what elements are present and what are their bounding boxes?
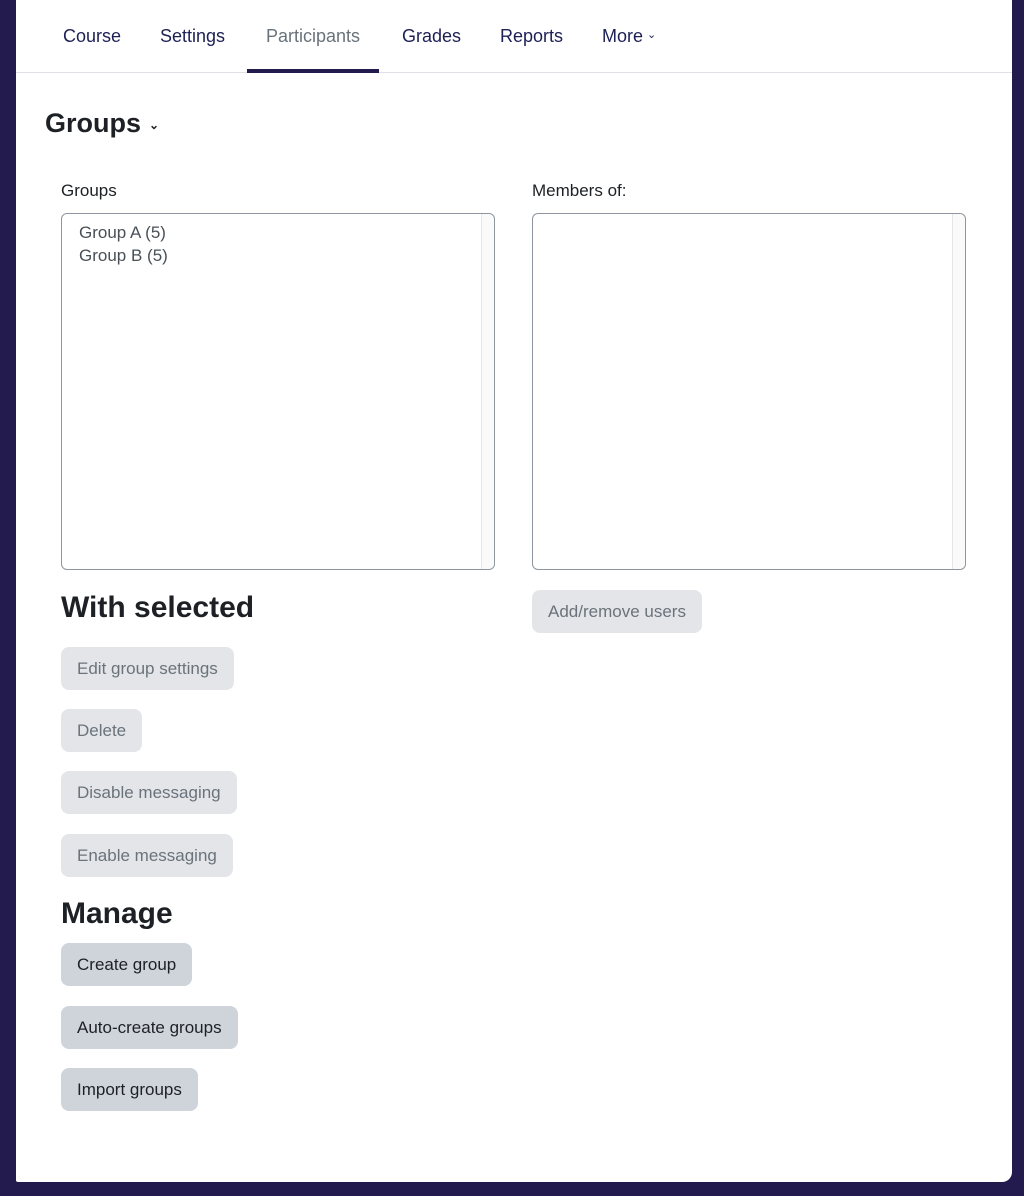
edit-group-settings-button[interactable]: Edit group settings (61, 647, 234, 690)
groups-label: Groups (61, 181, 117, 200)
enable-messaging-button[interactable]: Enable messaging (61, 834, 233, 877)
tab-more[interactable]: More ⌄ (602, 0, 656, 72)
members-select[interactable] (532, 213, 966, 570)
tab-label: Course (63, 26, 122, 46)
import-groups-button[interactable]: Import groups (61, 1068, 198, 1111)
page-title-dropdown[interactable]: Groups ⌄ (45, 108, 159, 139)
active-tab-indicator (247, 69, 380, 73)
tab-participants[interactable]: Participants (247, 0, 380, 73)
create-group-button[interactable]: Create group (61, 943, 193, 986)
tab-settings[interactable]: Settings (160, 0, 225, 72)
tab-course[interactable]: Course (63, 0, 121, 72)
with-selected-heading: With selected (61, 591, 255, 624)
tab-grades[interactable]: Grades (402, 0, 461, 72)
main-panel: Course Settings Participants Grades Repo… (16, 0, 1012, 1182)
auto-create-groups-button[interactable]: Auto-create groups (61, 1006, 238, 1049)
groups-select[interactable]: Group A (5) Group B (5) (61, 213, 495, 570)
manage-heading: Manage (61, 897, 173, 930)
members-label: Members of: (532, 181, 627, 200)
disable-messaging-button[interactable]: Disable messaging (61, 771, 237, 814)
add-remove-users-button[interactable]: Add/remove users (532, 590, 702, 633)
page-title: Groups (45, 108, 142, 138)
tab-label: Reports (500, 26, 564, 46)
chevron-down-icon: ⌄ (647, 29, 657, 42)
tab-label: Participants (266, 26, 361, 46)
delete-button[interactable]: Delete (61, 709, 143, 752)
group-option[interactable]: Group A (5) (79, 223, 166, 243)
tab-label: Grades (402, 26, 462, 46)
secondary-navigation: Course Settings Participants Grades Repo… (16, 0, 1012, 73)
group-option[interactable]: Group B (5) (79, 246, 168, 266)
tab-reports[interactable]: Reports (500, 0, 563, 72)
scrollbar[interactable] (481, 214, 494, 569)
tab-label: Settings (160, 26, 226, 46)
tab-label: More (602, 26, 644, 46)
chevron-down-icon: ⌄ (149, 117, 160, 132)
scrollbar[interactable] (952, 214, 965, 569)
